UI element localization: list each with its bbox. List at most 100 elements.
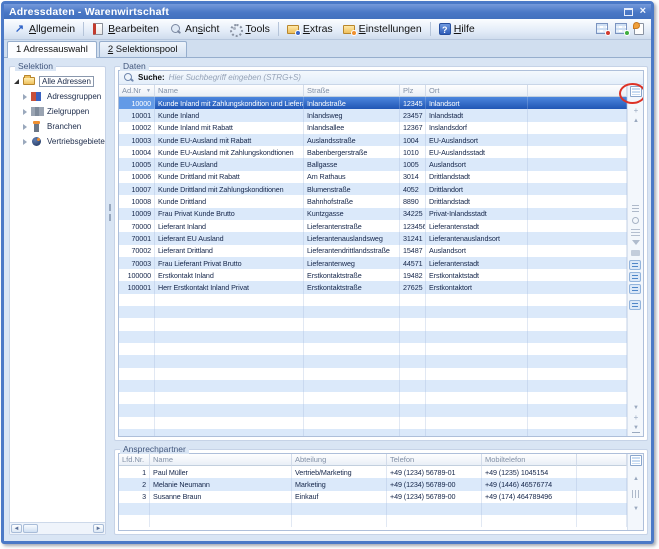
- scrollbar-thumb[interactable]: [23, 524, 38, 533]
- table-cell: [292, 515, 387, 527]
- table-export-icon[interactable]: [596, 23, 609, 35]
- tree-item-vertriebsgebiete[interactable]: Vertriebsgebiete: [13, 134, 103, 149]
- scroll-end-icon[interactable]: ▼: [632, 425, 640, 433]
- column-header-Plz[interactable]: Plz: [400, 85, 426, 97]
- horizontal-scrollbar[interactable]: ◄ ►: [10, 522, 105, 534]
- table-row[interactable]: 10005Kunde EU-AuslandBallgasse1005Auslan…: [119, 158, 627, 170]
- column-header-empty[interactable]: [577, 454, 627, 466]
- panel-splitter[interactable]: [106, 64, 114, 535]
- collapsed-arrow-icon[interactable]: [21, 94, 28, 100]
- table-row[interactable]: 100000Erstkontakt InlandErstkontaktstraß…: [119, 269, 627, 281]
- list-button-icon[interactable]: [629, 272, 641, 282]
- table-add-icon[interactable]: [615, 23, 628, 35]
- table-row[interactable]: 10004Kunde EU-Ausland mit Zahlungskondti…: [119, 146, 627, 158]
- list-button-icon[interactable]: [629, 284, 641, 294]
- collapsed-arrow-icon[interactable]: [21, 124, 28, 130]
- scroll-up-icon[interactable]: ▲: [628, 118, 644, 125]
- scroll-up-icon[interactable]: ▲: [628, 476, 644, 483]
- column-header-Ort[interactable]: Ort: [426, 85, 528, 97]
- menu-hilfe[interactable]: ? Hilfe: [434, 21, 480, 37]
- table-row[interactable]: 2Melanie NeumannMarketing+49 (1234) 5678…: [119, 478, 627, 490]
- table-cell: [528, 343, 627, 355]
- table-row[interactable]: 10002Kunde Inland mit RabattInlandsallee…: [119, 122, 627, 134]
- column-header-Ad.Nr[interactable]: Ad.Nr▼: [119, 85, 155, 97]
- table-row[interactable]: 70001Lieferant EU AuslandLieferantenausl…: [119, 232, 627, 244]
- column-header-Mobiltelefon[interactable]: Mobiltelefon: [482, 454, 577, 466]
- collapsed-arrow-icon[interactable]: [21, 109, 28, 115]
- search-bar[interactable]: Suche: Hier Suchbegriff eingeben (STRG+S…: [119, 71, 643, 85]
- column-header-Lfd.Nr.[interactable]: Lfd.Nr.: [119, 454, 150, 466]
- table-cell: 3: [119, 491, 150, 503]
- tab-adressauswahl[interactable]: 1 Adressauswahl: [7, 41, 97, 58]
- filter-small-icon[interactable]: [632, 240, 640, 245]
- menu-allgemein[interactable]: ↗ Allgemein: [8, 21, 80, 37]
- list-button-icon[interactable]: [629, 300, 641, 310]
- table-cell: [387, 503, 482, 515]
- table-cell: [528, 97, 627, 109]
- collapsed-arrow-icon[interactable]: [21, 139, 28, 145]
- column-chooser-icon[interactable]: [630, 86, 642, 97]
- search-small-icon[interactable]: [632, 217, 639, 224]
- scroll-down-icon[interactable]: ▼: [628, 405, 644, 412]
- column-header-Telefon[interactable]: Telefon: [387, 454, 482, 466]
- table-row[interactable]: 10007Kunde Drittland mit Zahlungskonditi…: [119, 183, 627, 195]
- menu-ansicht[interactable]: Ansicht: [164, 21, 224, 37]
- table-cell: [304, 343, 400, 355]
- table-cell: [577, 503, 627, 515]
- table-row[interactable]: 10001Kunde InlandInlandsweg23457Inlandst…: [119, 109, 627, 121]
- table-cell: [155, 331, 304, 343]
- plus-icon[interactable]: +: [628, 414, 644, 422]
- column-header-Abteilung[interactable]: Abteilung: [292, 454, 387, 466]
- table-cell: Frau Lieferant Privat Brutto: [155, 257, 304, 269]
- restore-button[interactable]: [624, 8, 633, 16]
- table-cell: Kuntzgasse: [304, 208, 400, 220]
- table-row[interactable]: 10009Frau Privat Kunde BruttoKuntzgasse3…: [119, 208, 627, 220]
- table-row[interactable]: 10008Kunde DrittlandBahnhofstraße8890Dri…: [119, 195, 627, 207]
- scroll-down-icon[interactable]: ▼: [628, 506, 644, 513]
- menu-tools[interactable]: Tools: [224, 21, 275, 37]
- new-document-icon[interactable]: [634, 23, 644, 35]
- table-row[interactable]: 70002Lieferant DrittlandLieferantendritt…: [119, 245, 627, 257]
- table-cell: 100000: [119, 269, 155, 281]
- table-cell: [155, 380, 304, 392]
- column-header-Name[interactable]: Name: [155, 85, 304, 97]
- scroll-right-icon[interactable]: ►: [93, 524, 104, 533]
- column-header-Straße[interactable]: Straße: [304, 85, 400, 97]
- list-button-icon[interactable]: [629, 260, 641, 270]
- grip-icon[interactable]: [632, 490, 640, 498]
- table-row[interactable]: 70000Lieferant InlandLieferantenstraße12…: [119, 220, 627, 232]
- tab-selektionspool[interactable]: 2 Selektionspool: [99, 41, 187, 57]
- grip-icon[interactable]: [632, 205, 639, 213]
- ansprechpartner-panel: Ansprechpartner Lfd.Nr.NameAbteilungTele…: [114, 449, 648, 535]
- expanded-arrow-icon[interactable]: [13, 79, 20, 84]
- close-button[interactable]: ×: [640, 7, 646, 16]
- tree-item-adressgruppen[interactable]: Adressgruppen: [13, 89, 103, 104]
- table-cell: Lieferant Inland: [155, 220, 304, 232]
- table-row[interactable]: 3Susanne BraunEinkauf+49 (1234) 56789-00…: [119, 491, 627, 503]
- column-chooser-icon[interactable]: [630, 455, 642, 466]
- table-row[interactable]: 1Paul MüllerVertrieb/Marketing+49 (1234)…: [119, 466, 627, 478]
- column-header-empty[interactable]: [528, 85, 627, 97]
- daten-side-strip: + ▲ ▼ + ▼: [627, 85, 643, 436]
- table-row[interactable]: 70003Frau Lieferant Privat BruttoLiefera…: [119, 257, 627, 269]
- collapse-icon[interactable]: [632, 102, 639, 103]
- menu-extras[interactable]: Extras: [282, 21, 338, 37]
- column-header-Name[interactable]: Name: [150, 454, 292, 466]
- plus-icon[interactable]: +: [628, 107, 644, 115]
- table-row[interactable]: 100001Herr Erstkontakt Inland PrivatErst…: [119, 281, 627, 293]
- tree-item-zielgruppen[interactable]: Zielgruppen: [13, 104, 103, 119]
- print-small-icon[interactable]: [631, 250, 640, 256]
- tree-item-alle-adressen[interactable]: Alle Adressen: [13, 74, 103, 89]
- menu-bearbeiten[interactable]: Bearbeiten: [87, 21, 164, 37]
- menu-einstellungen[interactable]: Einstellungen: [338, 21, 427, 37]
- tree-item-branchen[interactable]: Branchen: [13, 119, 103, 134]
- table-cell: +49 (174) 464789496: [482, 491, 577, 503]
- daten-grid: Suche: Hier Suchbegriff eingeben (STRG+S…: [118, 70, 644, 437]
- scroll-left-icon[interactable]: ◄: [11, 524, 22, 533]
- sort-small-icon[interactable]: [631, 229, 640, 237]
- table-row[interactable]: 10006Kunde Drittland mit RabattAm Rathau…: [119, 171, 627, 183]
- table-cell: Am Rathaus: [304, 171, 400, 183]
- table-row[interactable]: 10000Kunde Inland mit Zahlungskondition …: [119, 97, 627, 109]
- table-row[interactable]: 10003Kunde EU-Ausland mit RabattAuslands…: [119, 134, 627, 146]
- table-cell: [426, 368, 528, 380]
